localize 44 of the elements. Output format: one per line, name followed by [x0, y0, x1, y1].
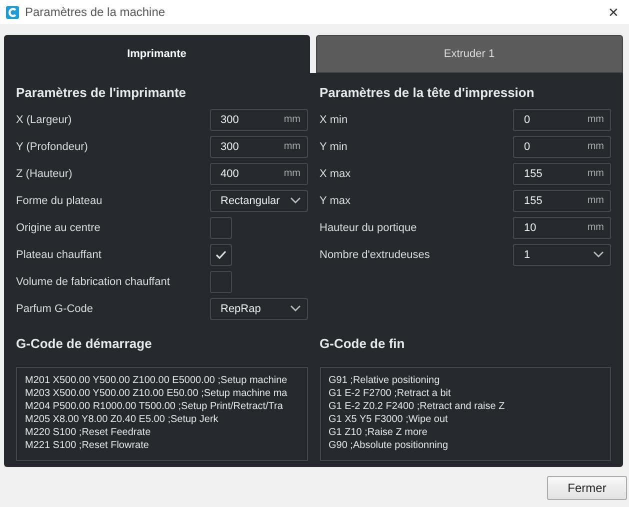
section-heading: Paramètres de la tête d'impression — [320, 85, 536, 102]
setting-label: Nombre d'extrudeuses — [320, 248, 431, 260]
gcode-editor[interactable]: G91 ;Relative positioning G1 E-2 F2700 ;Retract a bit G1 E-2 Z0.2 F2400 ;Retract and raise Z G1 X5 Y5 F3000 ;Wipe out G1 Z10 ;Raise Z more G90 ;Absolute positionning — [320, 367, 611, 461]
number-field[interactable]: 155 mm — [513, 162, 611, 184]
number-field[interactable]: 10 mm — [513, 216, 611, 238]
number-field[interactable]: 0 mm — [513, 108, 611, 130]
window-title: Paramètres de la machine — [25, 5, 166, 19]
setting-label: Forme du plateau — [16, 194, 104, 206]
section-heading: Paramètres de l'imprimante — [16, 85, 187, 102]
close-button[interactable]: ✕ — [608, 4, 623, 20]
setting-label: X min — [320, 114, 349, 126]
gcode-editor[interactable]: M201 X500.00 Y500.00 Z100.00 E5000.00 ;Setup machine M203 X500.00 Y500.00 Z10.00 E50.00 ;Setup machine ma M204 P500.00 R1000.00 T500.00 ;Setup Print/Retract/Tra M205 X8.00 Y8.00 Z0.40 E5.00 ;Setup Jerk M220 S100 ;Reset Feedrate M221 S100 ;Reset Flowrate — [16, 367, 308, 461]
app-logo-icon — [6, 6, 19, 18]
caret-icon — [593, 251, 604, 258]
setting-label: Volume de fabrication chauffant — [16, 276, 171, 288]
setting-label: Y (Profondeur) — [16, 140, 89, 152]
tab[interactable]: Extruder 1 — [316, 35, 623, 73]
section-heading: G-Code de fin — [320, 336, 406, 353]
checkbox[interactable] — [210, 244, 232, 266]
setting-label: Z (Hauteur) — [16, 168, 74, 180]
number-field[interactable]: 0 mm — [513, 136, 611, 158]
dropdown[interactable]: 1 — [513, 244, 611, 266]
setting-label: Y min — [320, 140, 348, 152]
caret-icon — [290, 305, 300, 312]
checkbox[interactable] — [210, 216, 232, 238]
close-dialog-button[interactable]: Fermer — [547, 476, 627, 500]
number-field[interactable]: 300 mm — [210, 108, 308, 130]
setting-label: Plateau chauffant — [16, 248, 102, 260]
dropdown[interactable]: Rectangular — [210, 190, 308, 212]
number-field[interactable]: 155 mm — [513, 190, 611, 212]
section-heading: G-Code de démarrage — [16, 336, 153, 353]
setting-label: Y max — [320, 194, 352, 206]
checkmark-icon — [214, 250, 226, 260]
number-field[interactable]: 400 mm — [210, 162, 308, 184]
dropdown[interactable]: RepRap — [210, 298, 308, 320]
setting-label: Hauteur du portique — [320, 222, 418, 234]
setting-label: Origine au centre — [16, 222, 102, 234]
tab[interactable]: Imprimante — [4, 35, 310, 73]
number-field[interactable]: 300 mm — [210, 136, 308, 158]
caret-icon — [290, 197, 300, 204]
setting-label: X max — [320, 168, 352, 180]
setting-label: Parfum G-Code — [16, 302, 94, 314]
checkbox[interactable] — [210, 270, 232, 292]
setting-label: X (Largeur) — [16, 114, 73, 126]
